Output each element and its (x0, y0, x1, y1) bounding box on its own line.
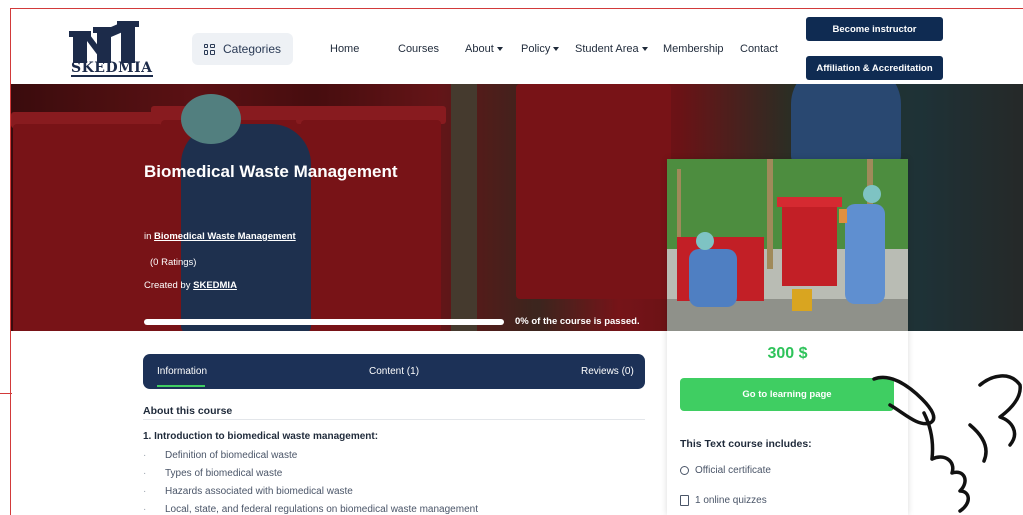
caret-down-icon (553, 47, 560, 51)
nav-membership-label: Membership (663, 43, 724, 55)
site-header: SKEDMIA Categories Home Courses About Po… (11, 9, 1023, 84)
include-certificate-label: Official certificate (695, 465, 771, 476)
list-item-text: Definition of biomedical waste (165, 450, 298, 461)
nav-home-label: Home (330, 43, 360, 55)
nav-home[interactable]: Home (330, 43, 359, 55)
nav-contact-label: Contact (740, 43, 778, 55)
about-title: About this course (143, 405, 233, 417)
tab-content[interactable]: Content (1) (369, 366, 419, 377)
nav-policy-label: Policy (521, 43, 551, 55)
active-tab-indicator (157, 385, 205, 387)
tab-information[interactable]: Information (157, 366, 207, 377)
brand-name: SKEDMIA (71, 60, 153, 77)
bullet-icon: · (143, 486, 147, 497)
document-icon (680, 495, 689, 506)
course-thumbnail-image (667, 159, 908, 331)
list-item: · Definition of biomedical waste (143, 450, 297, 461)
progress-label: 0% of the course is passed. (515, 316, 640, 327)
created-prefix: Created by (144, 280, 191, 291)
caret-down-icon (496, 47, 503, 51)
nav-membership[interactable]: Membership (663, 43, 724, 55)
list-item: · Types of biomedical waste (143, 468, 282, 479)
tab-reviews[interactable]: Reviews (0) (581, 366, 634, 377)
about-divider (143, 419, 645, 420)
pointing-hand-icon (872, 374, 1022, 513)
nav-about-label: About (465, 43, 494, 55)
includes-title: This Text course includes: (680, 438, 812, 450)
caret-down-icon (641, 47, 648, 51)
bullet-icon: · (143, 450, 147, 461)
course-tabs: Information Content (1) Reviews (0) (143, 354, 645, 389)
become-instructor-button[interactable]: Become instructor (806, 17, 943, 41)
course-price: 300 $ (767, 345, 808, 362)
course-category-line: in Biomedical Waste Management (144, 231, 296, 242)
nav-contact[interactable]: Contact (740, 43, 778, 55)
category-link[interactable]: Biomedical Waste Management (154, 231, 296, 242)
in-prefix: in (144, 231, 152, 242)
nav-courses[interactable]: Courses (398, 43, 439, 55)
nav-student-area-label: Student Area (575, 43, 639, 55)
categories-label: Categories (222, 42, 282, 56)
about-section-heading: 1. Introduction to biomedical waste mana… (143, 431, 379, 442)
affiliation-button[interactable]: Affiliation & Accreditation (806, 56, 943, 80)
grid-icon (203, 43, 215, 55)
nav-policy[interactable]: Policy (521, 43, 560, 55)
nav-about[interactable]: About (465, 43, 503, 55)
categories-button[interactable]: Categories (192, 33, 293, 65)
list-item: · Local, state, and federal regulations o… (143, 504, 478, 515)
include-quizzes-label: 1 online quizzes (695, 495, 767, 506)
list-item-text: Local, state, and federal regulations on… (165, 504, 478, 515)
certificate-icon (680, 466, 689, 475)
ratings-text: (0 Ratings) (150, 257, 197, 268)
include-certificate: Official certificate (680, 465, 771, 476)
list-item-text: Hazards associated with biomedical waste (165, 486, 353, 497)
nav-courses-label: Courses (398, 43, 439, 55)
list-item-text: Types of biomedical waste (165, 468, 283, 479)
bullet-icon: · (143, 468, 147, 479)
creator-line: Created by SKEDMIA (144, 280, 237, 291)
include-quizzes: 1 online quizzes (680, 495, 767, 506)
frame-stub-line (0, 393, 12, 394)
course-title: Biomedical Waste Management (144, 162, 398, 181)
nav-student-area[interactable]: Student Area (575, 43, 648, 55)
bullet-icon: · (143, 504, 147, 515)
course-progress-bar (144, 319, 504, 325)
list-item: · Hazards associated with biomedical wast… (143, 486, 353, 497)
creator-link[interactable]: SKEDMIA (193, 280, 237, 291)
